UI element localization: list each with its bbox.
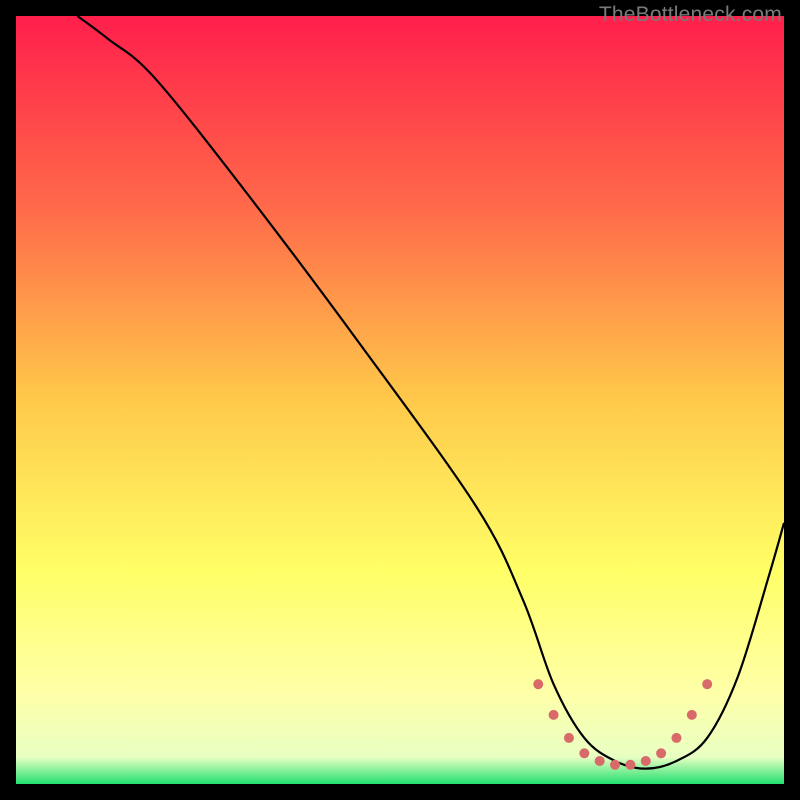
optimal-dot: [579, 748, 589, 758]
watermark-text: TheBottleneck.com: [599, 3, 782, 27]
chart-frame: [16, 16, 784, 784]
optimal-dot: [702, 679, 712, 689]
optimal-dot: [595, 756, 605, 766]
optimal-dot: [671, 733, 681, 743]
optimal-dot: [687, 710, 697, 720]
chart-svg: [16, 16, 784, 784]
optimal-dot: [549, 710, 559, 720]
optimal-dot: [641, 756, 651, 766]
optimal-dot: [610, 760, 620, 770]
optimal-dot: [625, 760, 635, 770]
optimal-dot: [564, 733, 574, 743]
optimal-dot: [533, 679, 543, 689]
optimal-dot: [656, 748, 666, 758]
